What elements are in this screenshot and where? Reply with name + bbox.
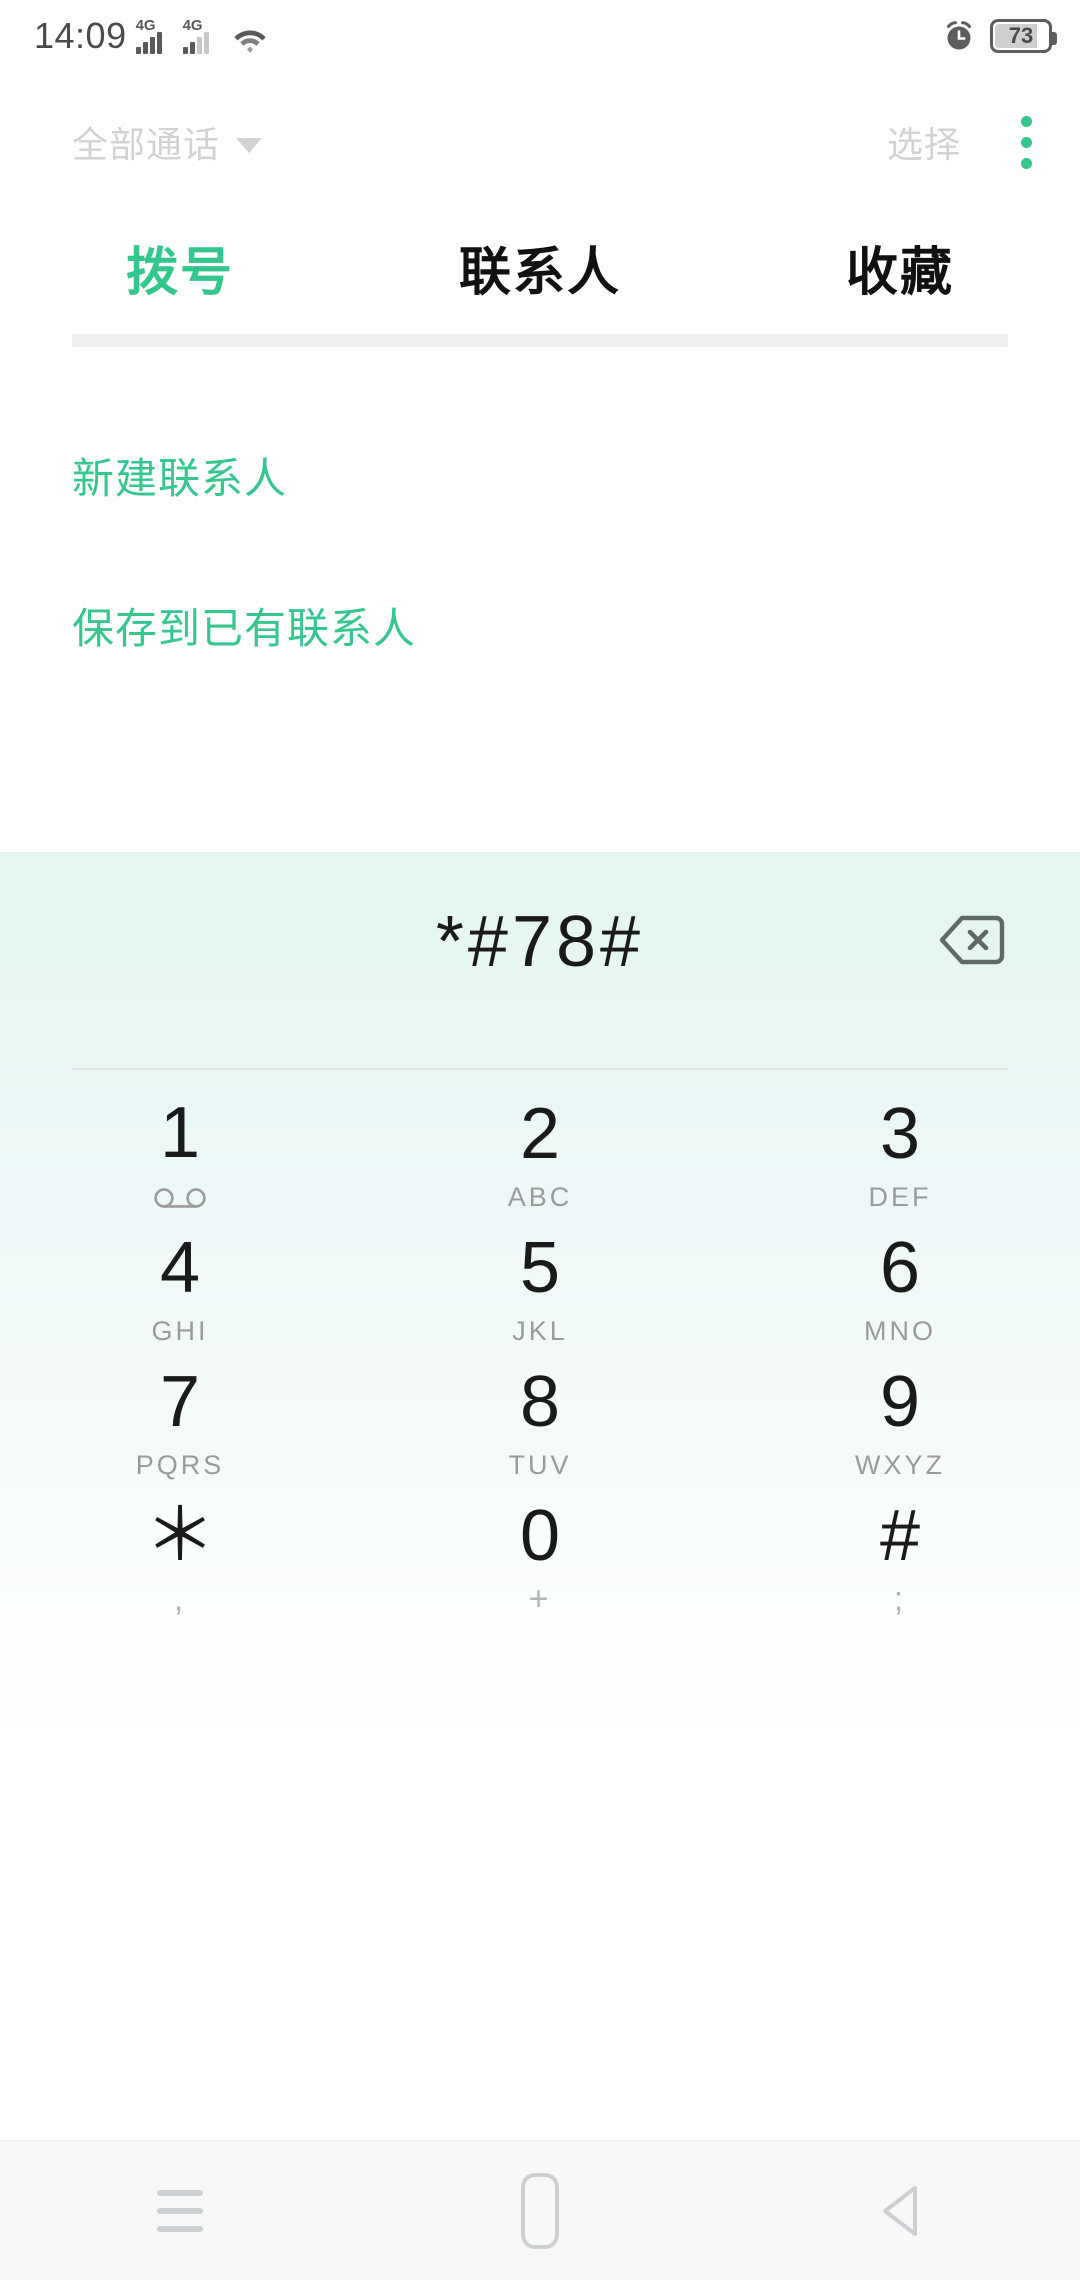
keypad: 1 2 ABC 3 DEF 4 GHI 5 JKL 6 MNO 7 PQRS 8…	[0, 1088, 1080, 1624]
tab-divider	[72, 334, 1008, 347]
status-time: 14:09	[34, 15, 127, 56]
key-9-digit: 9	[879, 1362, 921, 1442]
call-filter-label: 全部通话	[72, 124, 221, 165]
status-bar-left: 14:09 4G 4G	[34, 18, 268, 54]
key-7[interactable]: 7 PQRS	[0, 1356, 360, 1490]
status-bar-right: 73	[942, 19, 1057, 53]
key-star-sub: ,	[173, 1580, 187, 1618]
keypad-row-1: 1 2 ABC 3 DEF	[0, 1088, 1080, 1222]
key-1-digit: 1	[159, 1093, 201, 1173]
dialed-number-display[interactable]: *#78#	[0, 852, 1080, 1032]
tab-bar: 拨号 联系人 收藏	[0, 212, 1080, 322]
phone-screen: 14:09 4G 4G 73 全部通话 选择 拨号 联系人 收藏 新建联系人 保…	[0, 0, 1080, 2280]
number-display-row: *#78#	[0, 852, 1080, 1032]
battery-level: 73	[1008, 23, 1034, 48]
key-8-letters: TUV	[508, 1449, 572, 1480]
app-toolbar: 全部通话 选择	[0, 100, 1080, 184]
key-hash-digit: #	[879, 1496, 921, 1576]
alarm-clock-icon	[947, 21, 971, 50]
tab-contacts[interactable]: 联系人	[360, 230, 720, 305]
system-navigation-bar	[0, 2140, 1080, 2280]
nav-back-button[interactable]	[810, 2141, 990, 2280]
key-4-digit: 4	[159, 1228, 201, 1308]
contact-actions-list: 新建联系人 保存到已有联系人	[72, 400, 1008, 700]
back-icon	[883, 2185, 917, 2236]
key-0[interactable]: 0 +	[360, 1490, 720, 1624]
key-0-sub: +	[528, 1580, 552, 1618]
key-8-digit: 8	[519, 1362, 561, 1442]
key-2[interactable]: 2 ABC	[360, 1088, 720, 1222]
key-hash[interactable]: # ;	[720, 1490, 1080, 1624]
tab-dialer[interactable]: 拨号	[0, 230, 360, 305]
key-3[interactable]: 3 DEF	[720, 1088, 1080, 1222]
key-0-digit: 0	[519, 1496, 561, 1576]
key-5[interactable]: 5 JKL	[360, 1222, 720, 1356]
key-7-letters: PQRS	[135, 1449, 225, 1480]
keypad-row-2: 4 GHI 5 JKL 6 MNO	[0, 1222, 1080, 1356]
nav-home-button[interactable]	[450, 2141, 630, 2280]
home-icon	[521, 2172, 559, 2249]
key-9-letters: WXYZ	[855, 1449, 945, 1480]
sim2-network-label: 4G	[182, 17, 203, 34]
status-bar: 14:09 4G 4G 73	[0, 0, 1080, 72]
key-8[interactable]: 8 TUV	[360, 1356, 720, 1490]
key-star-digit: ＊	[143, 1496, 216, 1576]
key-4-letters: GHI	[151, 1315, 209, 1346]
key-4[interactable]: 4 GHI	[0, 1222, 360, 1356]
wifi-icon	[233, 30, 266, 53]
key-star[interactable]: ＊ ,	[0, 1490, 360, 1624]
key-5-letters: JKL	[512, 1315, 568, 1346]
call-filter-dropdown[interactable]: 全部通话	[72, 116, 263, 168]
signal-4g-icon-sim2: 4G	[182, 17, 221, 54]
overflow-menu-icon[interactable]	[1011, 110, 1042, 175]
key-6-letters: MNO	[864, 1315, 936, 1346]
key-hash-sub: ;	[893, 1580, 907, 1618]
save-to-existing-contact-button[interactable]: 保存到已有联系人	[72, 550, 1008, 700]
voicemail-icon	[153, 1183, 207, 1213]
chevron-down-icon	[236, 137, 263, 153]
sim1-network-label: 4G	[135, 17, 156, 34]
tab-favorites[interactable]: 收藏	[720, 230, 1080, 305]
backspace-icon	[939, 915, 1005, 965]
key-7-digit: 7	[159, 1362, 201, 1442]
key-2-digit: 2	[519, 1094, 561, 1174]
create-new-contact-button[interactable]: 新建联系人	[72, 400, 1008, 550]
backspace-button[interactable]	[926, 904, 1018, 976]
key-3-digit: 3	[879, 1094, 921, 1174]
keypad-row-3: 7 PQRS 8 TUV 9 WXYZ	[0, 1356, 1080, 1490]
keypad-row-4: ＊ , 0 + # ;	[0, 1490, 1080, 1624]
signal-4g-icon-sim1: 4G	[135, 17, 174, 54]
key-5-digit: 5	[519, 1228, 561, 1308]
number-divider	[72, 1068, 1008, 1070]
key-1[interactable]: 1	[0, 1088, 360, 1222]
key-3-letters: DEF	[868, 1181, 932, 1212]
key-6[interactable]: 6 MNO	[720, 1222, 1080, 1356]
select-button[interactable]: 选择	[887, 116, 961, 168]
battery-icon: 73	[990, 19, 1057, 53]
nav-recents-button[interactable]	[90, 2141, 270, 2280]
key-9[interactable]: 9 WXYZ	[720, 1356, 1080, 1490]
recents-icon	[157, 2189, 203, 2232]
dialer-panel: *#78# 1 2 ABC 3 DEF 4 GHI 5 JKL 6 MNO 7 …	[0, 852, 1080, 2140]
key-2-letters: ABC	[507, 1181, 573, 1212]
key-6-digit: 6	[879, 1228, 921, 1308]
